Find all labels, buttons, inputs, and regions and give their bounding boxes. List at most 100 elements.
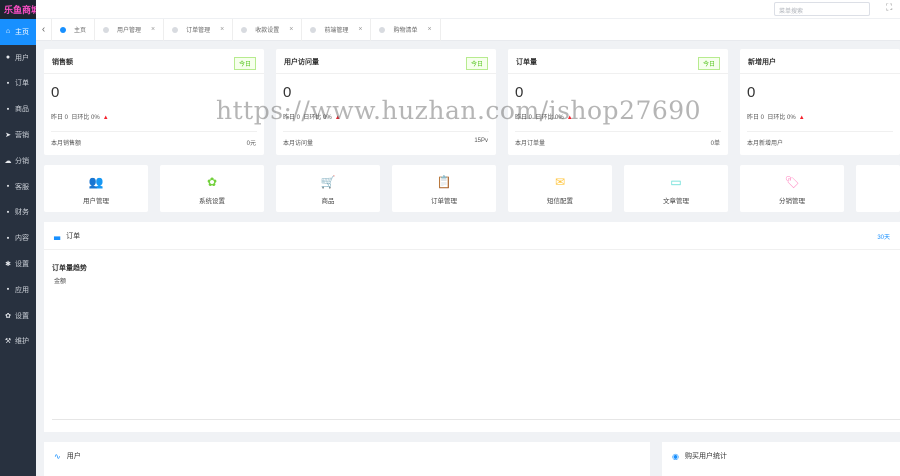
range-selector[interactable]: 30天 <box>877 232 890 241</box>
document-icon: ▪ <box>6 234 10 242</box>
quick-entry-label: 订单管理 <box>431 198 457 205</box>
stat-ratio: 日环比 0% <box>767 115 796 121</box>
divider <box>747 131 893 132</box>
quick-entry-3[interactable]: 📋 订单管理 <box>392 165 496 212</box>
sidebar-item-label: 营销 <box>15 132 29 140</box>
tab-status-dot <box>103 26 110 33</box>
close-icon[interactable]: × <box>220 26 224 33</box>
cart-icon: 🛒 <box>320 175 336 189</box>
sidebar-item-label: 用户 <box>15 54 29 62</box>
arrow-up-icon: ▲ <box>334 115 341 121</box>
sidebar-item-label: 商品 <box>15 106 29 114</box>
card-icon: ▭ <box>670 175 682 189</box>
quick-entry-label: 文章管理 <box>663 198 689 205</box>
quick-entry-0[interactable]: 👥 用户管理 <box>44 165 148 212</box>
buy-panel-header: ◉ 购买用户统计 <box>662 442 900 470</box>
sidebar-item-label: 维护 <box>15 338 29 346</box>
quick-entry-4[interactable]: ✉ 短信配置 <box>508 165 612 212</box>
stat-title: 新增用户 <box>748 59 776 66</box>
tab-status-dot <box>172 26 179 33</box>
sidebar-item-12[interactable]: ⚒ 维护 <box>0 329 36 355</box>
arrow-up-icon: ▲ <box>566 115 573 121</box>
stat-compare: 昨日 0 日环比 0% ▲ <box>515 112 573 121</box>
stat-ratio: 日环比 0% <box>535 115 564 121</box>
sidebar-item-label: 财务 <box>15 209 29 217</box>
user-icon: ● <box>5 54 11 62</box>
app-icon: ▪ <box>6 286 10 294</box>
sidebar-item-6[interactable]: ▪ 客服 <box>0 174 36 200</box>
cart-icon: ▪ <box>6 79 10 87</box>
divider <box>51 131 257 132</box>
close-icon[interactable]: × <box>427 26 431 33</box>
quick-entry-label: 短信配置 <box>547 198 573 205</box>
quick-entry-5[interactable]: ▭ 文章管理 <box>624 165 728 212</box>
stat-footer-label: 本月新增用户 <box>747 141 784 147</box>
tab-label: 收款设置 <box>255 28 280 34</box>
stat-value: 0 <box>747 84 756 101</box>
stat-value: 0 <box>51 84 60 101</box>
tab-status-dot <box>60 26 66 33</box>
menu-search-input[interactable]: 菜单搜索 <box>774 2 870 16</box>
tab-2[interactable]: 订单管理 × <box>164 18 234 41</box>
stat-footer-value: 0元 <box>246 141 256 147</box>
sidebar-item-0[interactable]: ⌂ 主页 <box>0 19 36 45</box>
stat-ratio: 日环比 0% <box>303 115 332 121</box>
tab-label: 主页 <box>74 28 87 34</box>
stat-title: 销售额 <box>52 59 73 66</box>
chart-baseline <box>52 419 900 420</box>
user-panel: ∿ 用户 <box>44 442 650 476</box>
mail-icon: ✉ <box>554 175 566 189</box>
quick-entry-2[interactable]: 🛒 商品 <box>276 165 380 212</box>
sidebar-item-7[interactable]: ▪ 财务 <box>0 200 36 226</box>
quick-entry-label: 系统设置 <box>199 198 225 205</box>
arrow-up-icon: ▲ <box>102 115 109 121</box>
buy-panel-title: 购买用户统计 <box>684 453 727 460</box>
sidebar-item-9[interactable]: ✱ 设置 <box>0 251 36 277</box>
quick-entry-overflow[interactable] <box>856 165 900 212</box>
quick-entry-label: 用户管理 <box>83 198 109 205</box>
divider <box>740 73 900 74</box>
tab-1[interactable]: 用户管理 × <box>95 18 165 41</box>
sidebar-item-2[interactable]: ▪ 订单 <box>0 71 36 97</box>
send-icon: ➤ <box>5 132 11 140</box>
fullscreen-icon[interactable]: ⛶ <box>886 2 892 13</box>
stat-badge: 今日 <box>697 57 720 70</box>
close-icon[interactable]: × <box>289 26 293 33</box>
tab-0[interactable]: 主页 <box>52 18 96 41</box>
sidebar: 乐鱼商城 ⌂ 主页 ● 用户 ▪ 订单 ▪ 商品 ➤ 营销 ☁ 分销 ▪ 客服 ▪ 财务 ▪ 内容 ✱ 设置 ▪ 应用 ✿ 设… <box>0 0 60 476</box>
tab-4[interactable]: 前端管理 × <box>302 18 372 41</box>
quick-entry-1[interactable]: ✿ 系统设置 <box>160 165 264 212</box>
stat-title: 订单量 <box>516 59 537 66</box>
money-icon: ▪ <box>6 208 10 216</box>
tab-list: 主页 用户管理 × 订单管理 × 收款设置 × 前端管理 × 购物清单 × <box>52 18 441 41</box>
tab-5[interactable]: 购物清单 × <box>371 18 441 41</box>
stat-footer-label: 本月订单量 <box>515 141 546 147</box>
sidebar-item-10[interactable]: ▪ 应用 <box>0 277 36 303</box>
tab-scroll-left-icon[interactable]: ‹ <box>36 18 52 41</box>
order-panel-title: 订单 <box>66 232 81 240</box>
buy-icon: ◉ <box>672 451 679 461</box>
stat-card: 用户访问量 今日 0 昨日 0 日环比 0% ▲ 本月访问量 15Pv <box>276 49 496 155</box>
close-icon[interactable]: × <box>358 26 362 33</box>
tab-label: 前端管理 <box>324 28 349 34</box>
sidebar-item-4[interactable]: ➤ 营销 <box>0 122 36 148</box>
quick-entry-6[interactable]: 🏷 分销管理 <box>740 165 844 212</box>
quick-entry-label: 商品 <box>321 198 335 205</box>
chart-icon: ▃ <box>54 231 61 240</box>
tab-status-dot <box>241 26 248 33</box>
sidebar-item-label: 应用 <box>15 286 29 294</box>
stat-footer-value: 15Pv <box>474 138 488 144</box>
gear-icon: ✱ <box>5 261 11 269</box>
close-icon[interactable]: × <box>151 26 155 33</box>
tab-bar: ‹ 主页 用户管理 × 订单管理 × 收款设置 × 前端管理 × 购物清单 × <box>36 18 900 41</box>
sidebar-item-label: 客服 <box>15 183 29 191</box>
buy-user-panel: ◉ 购买用户统计 <box>662 442 900 476</box>
sidebar-item-5[interactable]: ☁ 分销 <box>0 148 36 174</box>
sidebar-item-3[interactable]: ▪ 商品 <box>0 96 36 122</box>
sidebar-item-8[interactable]: ▪ 内容 <box>0 225 36 251</box>
sidebar-item-1[interactable]: ● 用户 <box>0 45 36 71</box>
stat-yesterday: 昨日 0 <box>515 115 533 121</box>
sidebar-item-11[interactable]: ✿ 设置 <box>0 303 36 329</box>
chart-legend[interactable]: 金额 <box>54 276 66 285</box>
tab-3[interactable]: 收款设置 × <box>233 18 303 41</box>
